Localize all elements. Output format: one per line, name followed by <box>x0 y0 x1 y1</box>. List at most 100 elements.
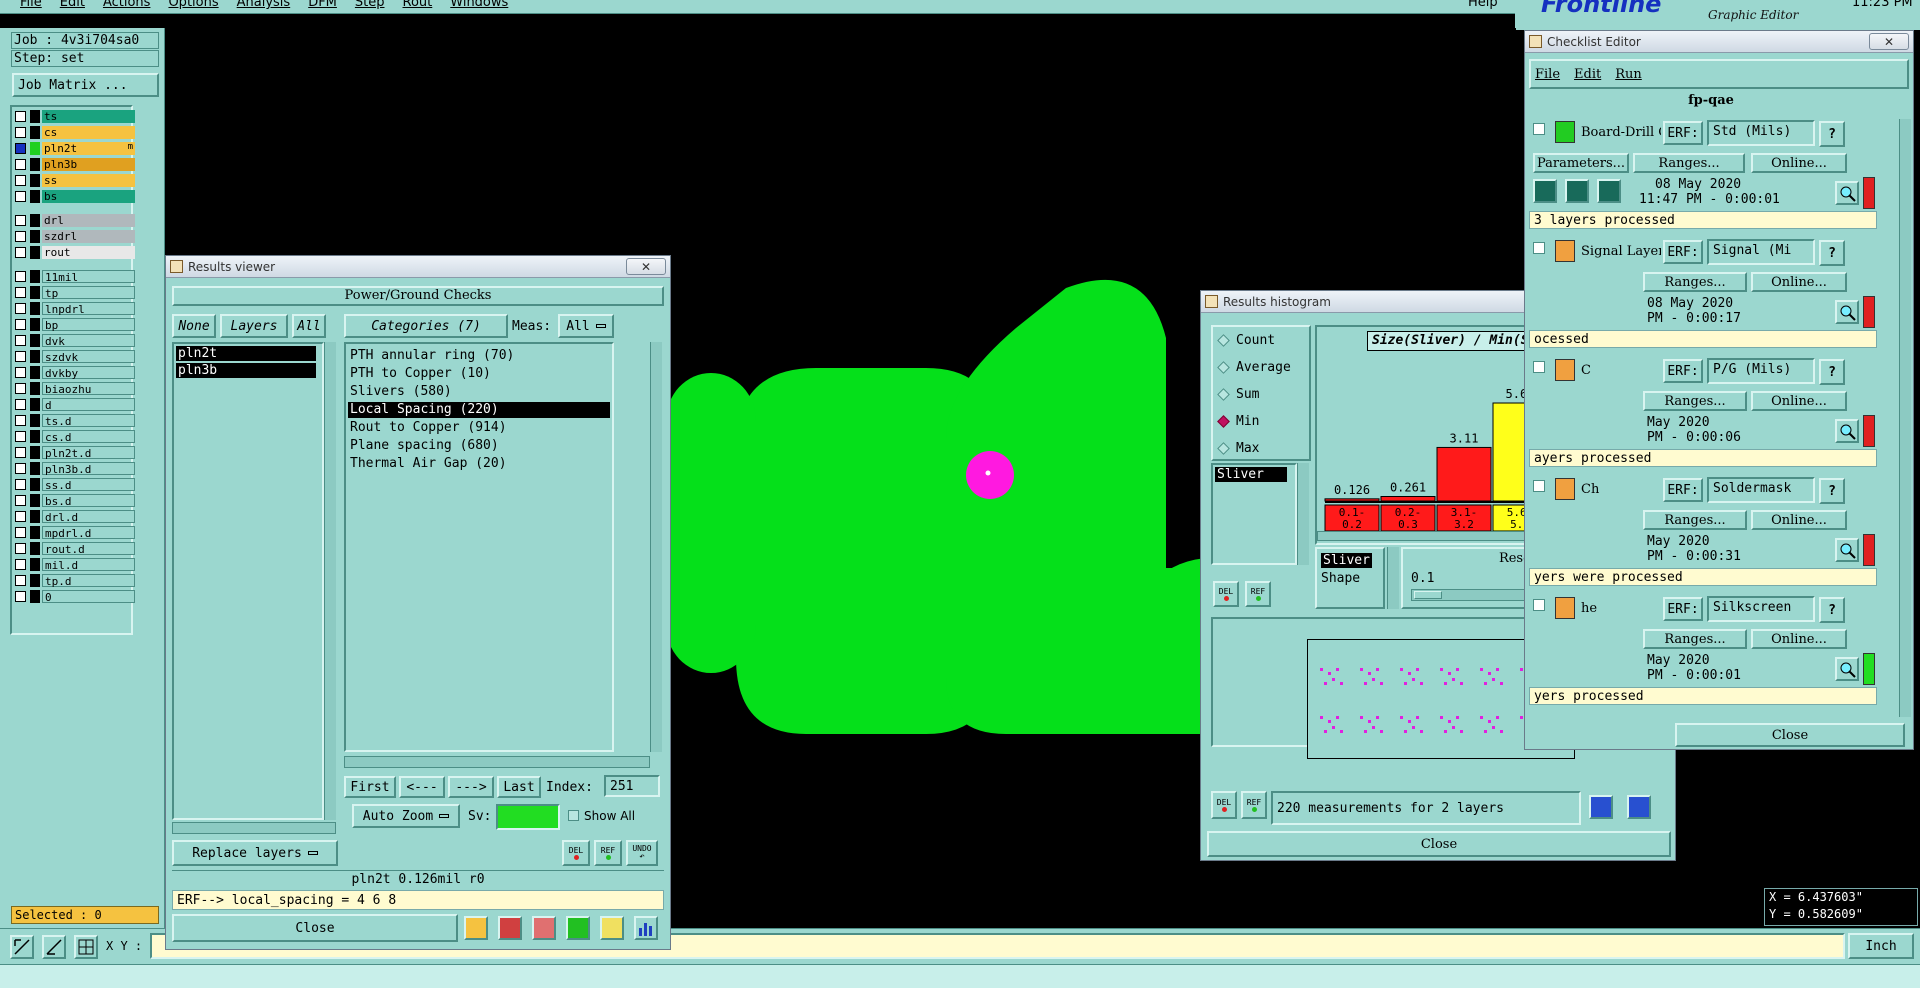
ce-erf-value[interactable]: Silkscreen <box>1707 596 1815 622</box>
rv-all-button[interactable]: All <box>292 314 326 338</box>
layer-row[interactable]: dvkby <box>15 365 135 380</box>
layer-checkbox[interactable] <box>15 127 26 138</box>
measure-icon[interactable] <box>42 935 66 959</box>
layer-row[interactable]: rout <box>15 245 135 260</box>
ce-help-button[interactable]: ? <box>1819 121 1845 147</box>
layer-checkbox[interactable] <box>15 271 26 282</box>
rv-layers-list[interactable]: pln2t pln3b <box>172 342 324 820</box>
rv-show-all-checkbox[interactable] <box>568 810 579 821</box>
ce-check-enable[interactable] <box>1533 599 1545 611</box>
rv-next-button[interactable]: ---> <box>448 776 494 798</box>
layer-row[interactable]: ts <box>15 109 135 124</box>
rv-layer-item[interactable]: pln3b <box>176 363 316 378</box>
layer-checkbox[interactable] <box>15 175 26 186</box>
menu-item[interactable]: Analysis <box>237 0 291 10</box>
layer-checkbox[interactable] <box>15 191 26 202</box>
hist-mode-radio[interactable]: Average <box>1217 360 1291 375</box>
ce-help-button[interactable]: ? <box>1819 597 1845 623</box>
layer-checkbox[interactable] <box>15 303 26 314</box>
magnify-icon[interactable] <box>1835 657 1859 681</box>
ce-online-button[interactable]: Online... <box>1751 391 1847 411</box>
layer-checkbox[interactable] <box>15 415 26 426</box>
checklist-editor-close-x[interactable]: ✕ <box>1869 33 1909 50</box>
hist-shape-scrollbar[interactable] <box>1387 547 1399 609</box>
rv-replace-layers-select[interactable]: Replace layers <box>172 840 338 866</box>
layer-row[interactable]: tp.d <box>15 573 135 588</box>
menu-item[interactable]: Windows <box>450 0 508 10</box>
layer-checkbox[interactable] <box>15 575 26 586</box>
units-select[interactable]: Inch <box>1848 933 1914 959</box>
layer-checkbox[interactable] <box>15 367 26 378</box>
hist-metric-list[interactable]: Sliver <box>1211 463 1297 565</box>
layer-checkbox[interactable] <box>15 215 26 226</box>
layer-row[interactable]: ss.d <box>15 477 135 492</box>
rv-undo-button[interactable]: UNDO ↶ <box>626 840 658 866</box>
rv-layers-scrollbar[interactable] <box>324 342 336 820</box>
ce-online-button[interactable]: Online... <box>1751 629 1847 649</box>
layer-row[interactable]: cs <box>15 125 135 140</box>
layer-row[interactable]: 11mil <box>15 269 135 284</box>
hist-ref-button[interactable]: REF <box>1245 581 1271 607</box>
rv-index-input[interactable]: 251 <box>604 775 660 797</box>
layer-checkbox[interactable] <box>15 447 26 458</box>
rv-categories-hscroll[interactable] <box>344 756 650 768</box>
layer-row[interactable]: dvk <box>15 333 135 348</box>
rv-category-item[interactable]: PTH to Copper (10) <box>348 366 610 382</box>
magnify-icon[interactable] <box>1835 538 1859 562</box>
layer-checkbox[interactable] <box>15 559 26 570</box>
layer-checkbox[interactable] <box>15 383 26 394</box>
ce-close-button[interactable]: Close <box>1675 723 1905 747</box>
layer-checkbox[interactable] <box>15 479 26 490</box>
hist-mode-radio[interactable]: Max <box>1217 441 1259 456</box>
ce-check-name[interactable]: Board-Drill Che <box>1581 125 1661 140</box>
menu-item[interactable]: Options <box>168 0 218 10</box>
ce-erf-button[interactable]: ERF: <box>1663 359 1703 383</box>
ce-check-name[interactable]: C <box>1581 363 1661 378</box>
ce-scrollbar[interactable] <box>1899 119 1911 717</box>
layer-checkbox[interactable] <box>15 111 26 122</box>
layer-checkbox[interactable] <box>15 463 26 474</box>
layer-checkbox[interactable] <box>15 335 26 346</box>
ce-help-button[interactable]: ? <box>1819 240 1845 266</box>
menu-item[interactable]: File <box>20 0 42 10</box>
layer-checkbox[interactable] <box>15 231 26 242</box>
rv-category-item[interactable]: Plane spacing (680) <box>348 438 610 454</box>
rv-meas-select[interactable]: All <box>558 314 614 338</box>
menu-item[interactable]: Actions <box>103 0 151 10</box>
ce-check-name[interactable]: he <box>1581 601 1661 616</box>
rv-first-button[interactable]: First <box>344 776 396 798</box>
layer-checkbox[interactable] <box>15 247 26 258</box>
ce-online-button[interactable]: Online... <box>1751 153 1847 173</box>
hist-del-button[interactable]: DEL <box>1213 581 1239 607</box>
menu-item[interactable]: Edit <box>60 0 85 10</box>
rv-auto-zoom-select[interactable]: Auto Zoom <box>352 804 460 828</box>
ce-menu-item[interactable]: File <box>1535 67 1560 82</box>
ce-erf-button[interactable]: ERF: <box>1663 597 1703 621</box>
magnify-icon[interactable] <box>1835 181 1859 205</box>
hist-ref2-button[interactable]: REF <box>1241 791 1267 819</box>
hist-close-button[interactable]: Close <box>1207 831 1671 857</box>
rv-sv-color-select[interactable] <box>496 804 560 830</box>
layer-checkbox[interactable] <box>15 399 26 410</box>
menu-item[interactable]: DFM <box>308 0 337 10</box>
layer-checkbox[interactable] <box>15 287 26 298</box>
layer-checkbox[interactable] <box>15 495 26 506</box>
rv-ref-button[interactable]: REF <box>594 840 622 866</box>
layer-row[interactable]: tp <box>15 285 135 300</box>
ce-ranges-button[interactable]: Ranges... <box>1643 272 1747 292</box>
hist-shape-sliver[interactable]: Sliver <box>1321 553 1372 568</box>
layer-row[interactable]: pln2t.d <box>15 445 135 460</box>
layer-row[interactable]: szdrl <box>15 229 135 244</box>
menu-help[interactable]: Help <box>1468 0 1498 10</box>
ce-check-name[interactable]: Ch <box>1581 482 1661 497</box>
menu-item[interactable]: Rout <box>403 0 433 10</box>
ce-parameters-button[interactable]: Parameters... <box>1533 153 1629 173</box>
run-person-red-icon[interactable] <box>1597 179 1621 203</box>
run-person-icon[interactable] <box>1565 179 1589 203</box>
layer-row[interactable]: rout.d <box>15 541 135 556</box>
ce-erf-button[interactable]: ERF: <box>1663 240 1703 264</box>
rv-categories-scrollbar[interactable] <box>650 342 662 752</box>
layer-checkbox[interactable] <box>15 319 26 330</box>
hist-del2-button[interactable]: DEL <box>1211 791 1237 819</box>
layer-checkbox[interactable] <box>15 351 26 362</box>
